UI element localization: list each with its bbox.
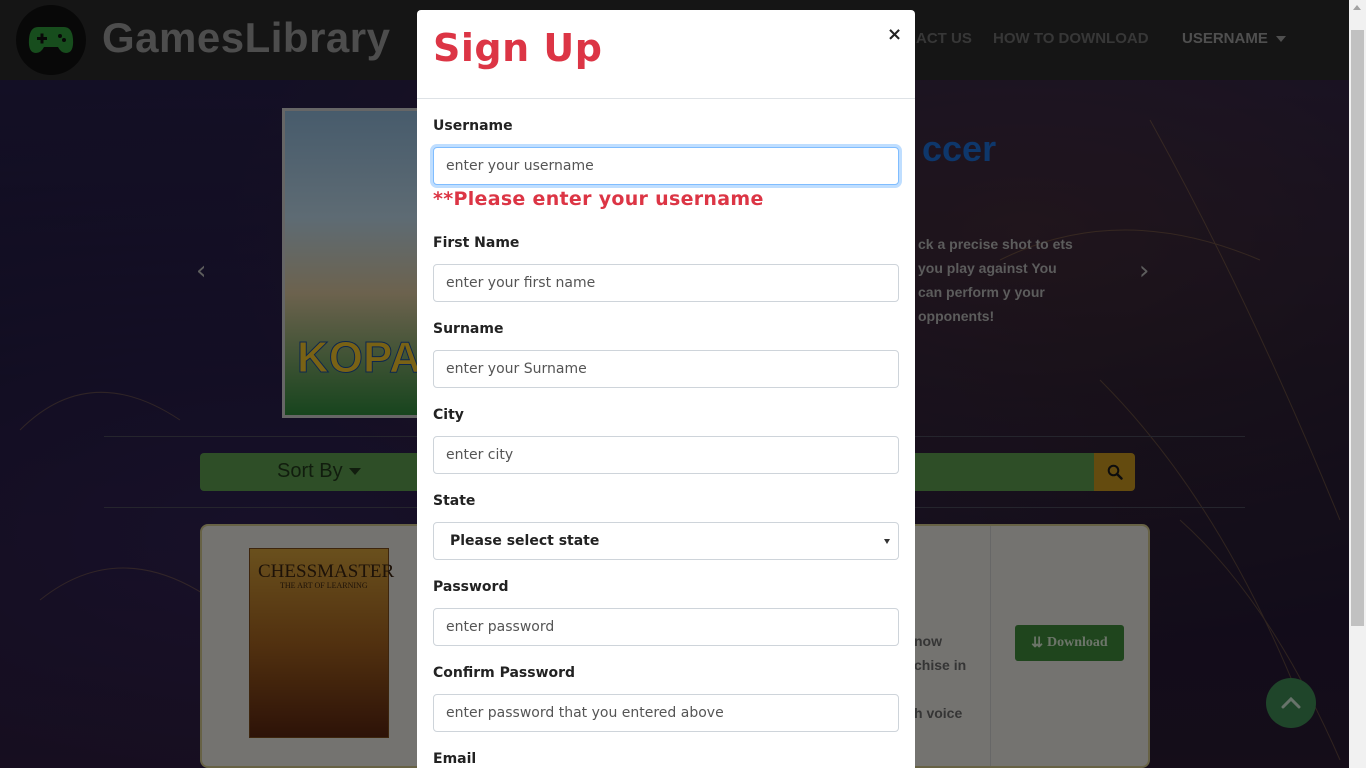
signup-modal: Sign Up × Username **Please enter your u… <box>417 10 915 768</box>
username-label: Username <box>433 118 513 134</box>
surname-field[interactable] <box>433 350 899 388</box>
first-name-field[interactable] <box>433 264 899 302</box>
password-field[interactable] <box>433 608 899 646</box>
state-select[interactable]: Please select state <box>433 522 899 560</box>
scroll-up-icon[interactable] <box>1353 5 1361 10</box>
state-label: State <box>433 493 476 509</box>
password-label: Password <box>433 579 509 595</box>
scrollbar-thumb[interactable] <box>1351 30 1364 626</box>
confirm-password-field[interactable] <box>433 694 899 732</box>
username-field[interactable] <box>433 147 899 185</box>
close-icon[interactable]: × <box>887 26 902 44</box>
city-field[interactable] <box>433 436 899 474</box>
surname-label: Surname <box>433 321 504 337</box>
email-label: Email <box>433 751 477 767</box>
username-error-message: **Please enter your username <box>433 188 764 210</box>
chevron-down-icon <box>884 539 890 544</box>
first-name-label: First Name <box>433 235 520 251</box>
city-label: City <box>433 407 464 423</box>
modal-header: Sign Up × <box>417 10 915 99</box>
page-scrollbar[interactable] <box>1349 0 1366 768</box>
modal-title: Sign Up <box>433 26 603 70</box>
state-selected-value: Please select state <box>450 533 600 549</box>
confirm-password-label: Confirm Password <box>433 665 576 681</box>
